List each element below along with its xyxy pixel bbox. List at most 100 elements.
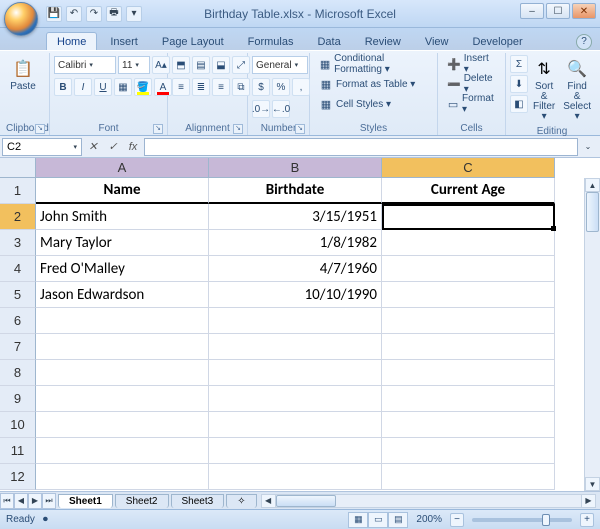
horizontal-scrollbar[interactable]: ◀ ▶ bbox=[261, 494, 596, 508]
zoom-slider-knob[interactable] bbox=[542, 514, 550, 526]
row-header-2[interactable]: 2 bbox=[0, 204, 36, 230]
clear-icon[interactable]: ◧ bbox=[510, 95, 528, 113]
cell-c1[interactable]: Current Age bbox=[382, 178, 555, 204]
format-as-table-button[interactable]: ▦Format as Table ▾ bbox=[314, 75, 420, 93]
row-header-9[interactable]: 9 bbox=[0, 386, 36, 412]
align-middle-icon[interactable]: ▤ bbox=[192, 56, 210, 74]
cell[interactable] bbox=[36, 438, 209, 464]
row-header-12[interactable]: 12 bbox=[0, 464, 36, 490]
cell[interactable] bbox=[382, 308, 555, 334]
fill-color-icon[interactable]: 🪣 bbox=[134, 78, 152, 96]
cell[interactable] bbox=[382, 464, 555, 490]
col-header-b[interactable]: B bbox=[209, 158, 382, 178]
maximize-button[interactable]: ☐ bbox=[546, 3, 570, 19]
tab-view[interactable]: View bbox=[414, 32, 460, 50]
close-button[interactable]: ✕ bbox=[572, 3, 596, 19]
comma-icon[interactable]: , bbox=[292, 78, 310, 96]
tab-developer[interactable]: Developer bbox=[461, 32, 533, 50]
zoom-out-button[interactable]: − bbox=[450, 513, 464, 527]
autosum-icon[interactable]: Σ bbox=[510, 55, 528, 73]
scroll-thumb[interactable] bbox=[586, 192, 599, 232]
font-size-combo[interactable]: 11▾ bbox=[118, 56, 150, 74]
cell[interactable] bbox=[209, 308, 382, 334]
cells-area[interactable]: Name Birthdate Current Age John Smith 3/… bbox=[36, 178, 600, 491]
cell[interactable] bbox=[209, 412, 382, 438]
col-header-a[interactable]: A bbox=[36, 158, 209, 178]
cell[interactable] bbox=[36, 464, 209, 490]
tab-home[interactable]: Home bbox=[46, 32, 97, 50]
sheet-tab-2[interactable]: Sheet2 bbox=[115, 494, 169, 508]
office-button[interactable] bbox=[4, 2, 38, 36]
percent-icon[interactable]: % bbox=[272, 78, 290, 96]
row-header-6[interactable]: 6 bbox=[0, 308, 36, 334]
cell-styles-button[interactable]: ▦Cell Styles ▾ bbox=[314, 95, 396, 113]
cell[interactable] bbox=[36, 308, 209, 334]
cell[interactable] bbox=[382, 412, 555, 438]
cell[interactable] bbox=[382, 438, 555, 464]
insert-cells-button[interactable]: ➕Insert ▾ bbox=[442, 55, 501, 73]
help-icon[interactable]: ? bbox=[576, 34, 592, 50]
cell[interactable] bbox=[209, 334, 382, 360]
sort-filter-button[interactable]: ⇅ Sort & Filter ▾ bbox=[530, 55, 558, 125]
fill-icon[interactable]: ⬇ bbox=[510, 75, 528, 93]
cell-c5[interactable] bbox=[382, 282, 555, 308]
macro-record-icon[interactable]: ⏺ bbox=[43, 514, 48, 525]
zoom-level[interactable]: 200% bbox=[416, 514, 442, 525]
alignment-launcher-icon[interactable]: ↘ bbox=[233, 124, 243, 134]
enter-icon[interactable]: ✓ bbox=[104, 138, 122, 156]
number-format-combo[interactable]: General▾ bbox=[252, 56, 308, 74]
conditional-formatting-button[interactable]: ▦Conditional Formatting ▾ bbox=[314, 55, 433, 73]
tab-page-layout[interactable]: Page Layout bbox=[151, 32, 235, 50]
zoom-in-button[interactable]: + bbox=[580, 513, 594, 527]
scroll-down-icon[interactable]: ▼ bbox=[585, 477, 600, 491]
row-header-8[interactable]: 8 bbox=[0, 360, 36, 386]
row-header-4[interactable]: 4 bbox=[0, 256, 36, 282]
row-header-5[interactable]: 5 bbox=[0, 282, 36, 308]
minimize-button[interactable]: – bbox=[520, 3, 544, 19]
fx-icon[interactable]: fx bbox=[124, 138, 142, 156]
scroll-up-icon[interactable]: ▲ bbox=[585, 178, 600, 192]
cell[interactable] bbox=[209, 464, 382, 490]
tab-nav-next-icon[interactable]: ▶ bbox=[28, 493, 42, 509]
cell[interactable] bbox=[36, 412, 209, 438]
formula-input[interactable] bbox=[144, 138, 578, 156]
tab-formulas[interactable]: Formulas bbox=[237, 32, 305, 50]
cell[interactable] bbox=[382, 334, 555, 360]
cell-c4[interactable] bbox=[382, 256, 555, 282]
tab-nav-first-icon[interactable]: ⏮ bbox=[0, 493, 14, 509]
underline-button[interactable]: U bbox=[94, 78, 112, 96]
select-all-corner[interactable] bbox=[0, 158, 36, 178]
cell-a1[interactable]: Name bbox=[36, 178, 209, 204]
border-icon[interactable]: ▦ bbox=[114, 78, 132, 96]
cell[interactable] bbox=[36, 360, 209, 386]
tab-data[interactable]: Data bbox=[306, 32, 351, 50]
cell[interactable] bbox=[382, 386, 555, 412]
cell-c2[interactable] bbox=[382, 204, 555, 230]
cell-b2[interactable]: 3/15/1951 bbox=[209, 204, 382, 230]
bold-button[interactable]: B bbox=[54, 78, 72, 96]
find-select-button[interactable]: 🔍 Find & Select ▾ bbox=[560, 55, 594, 125]
redo-icon[interactable]: ↷ bbox=[86, 6, 102, 22]
name-box[interactable]: C2▾ bbox=[2, 138, 82, 156]
align-right-icon[interactable]: ≡ bbox=[212, 78, 230, 96]
delete-cells-button[interactable]: ➖Delete ▾ bbox=[442, 75, 501, 93]
tab-nav-last-icon[interactable]: ⏭ bbox=[42, 493, 56, 509]
tab-review[interactable]: Review bbox=[354, 32, 412, 50]
row-header-11[interactable]: 11 bbox=[0, 438, 36, 464]
cell[interactable] bbox=[209, 386, 382, 412]
view-page-break-icon[interactable]: ▤ bbox=[388, 512, 408, 528]
row-header-1[interactable]: 1 bbox=[0, 178, 36, 204]
font-launcher-icon[interactable]: ↘ bbox=[153, 124, 163, 134]
row-header-3[interactable]: 3 bbox=[0, 230, 36, 256]
align-center-icon[interactable]: ≣ bbox=[192, 78, 210, 96]
align-top-icon[interactable]: ⬒ bbox=[172, 56, 190, 74]
cell[interactable] bbox=[209, 360, 382, 386]
cell[interactable] bbox=[36, 334, 209, 360]
number-launcher-icon[interactable]: ↘ bbox=[295, 124, 305, 134]
sheet-tab-3[interactable]: Sheet3 bbox=[171, 494, 225, 508]
cell-a3[interactable]: Mary Taylor bbox=[36, 230, 209, 256]
cell-b3[interactable]: 1/8/1982 bbox=[209, 230, 382, 256]
cell-c3[interactable] bbox=[382, 230, 555, 256]
undo-icon[interactable]: ↶ bbox=[66, 6, 82, 22]
col-header-c[interactable]: C bbox=[382, 158, 555, 178]
